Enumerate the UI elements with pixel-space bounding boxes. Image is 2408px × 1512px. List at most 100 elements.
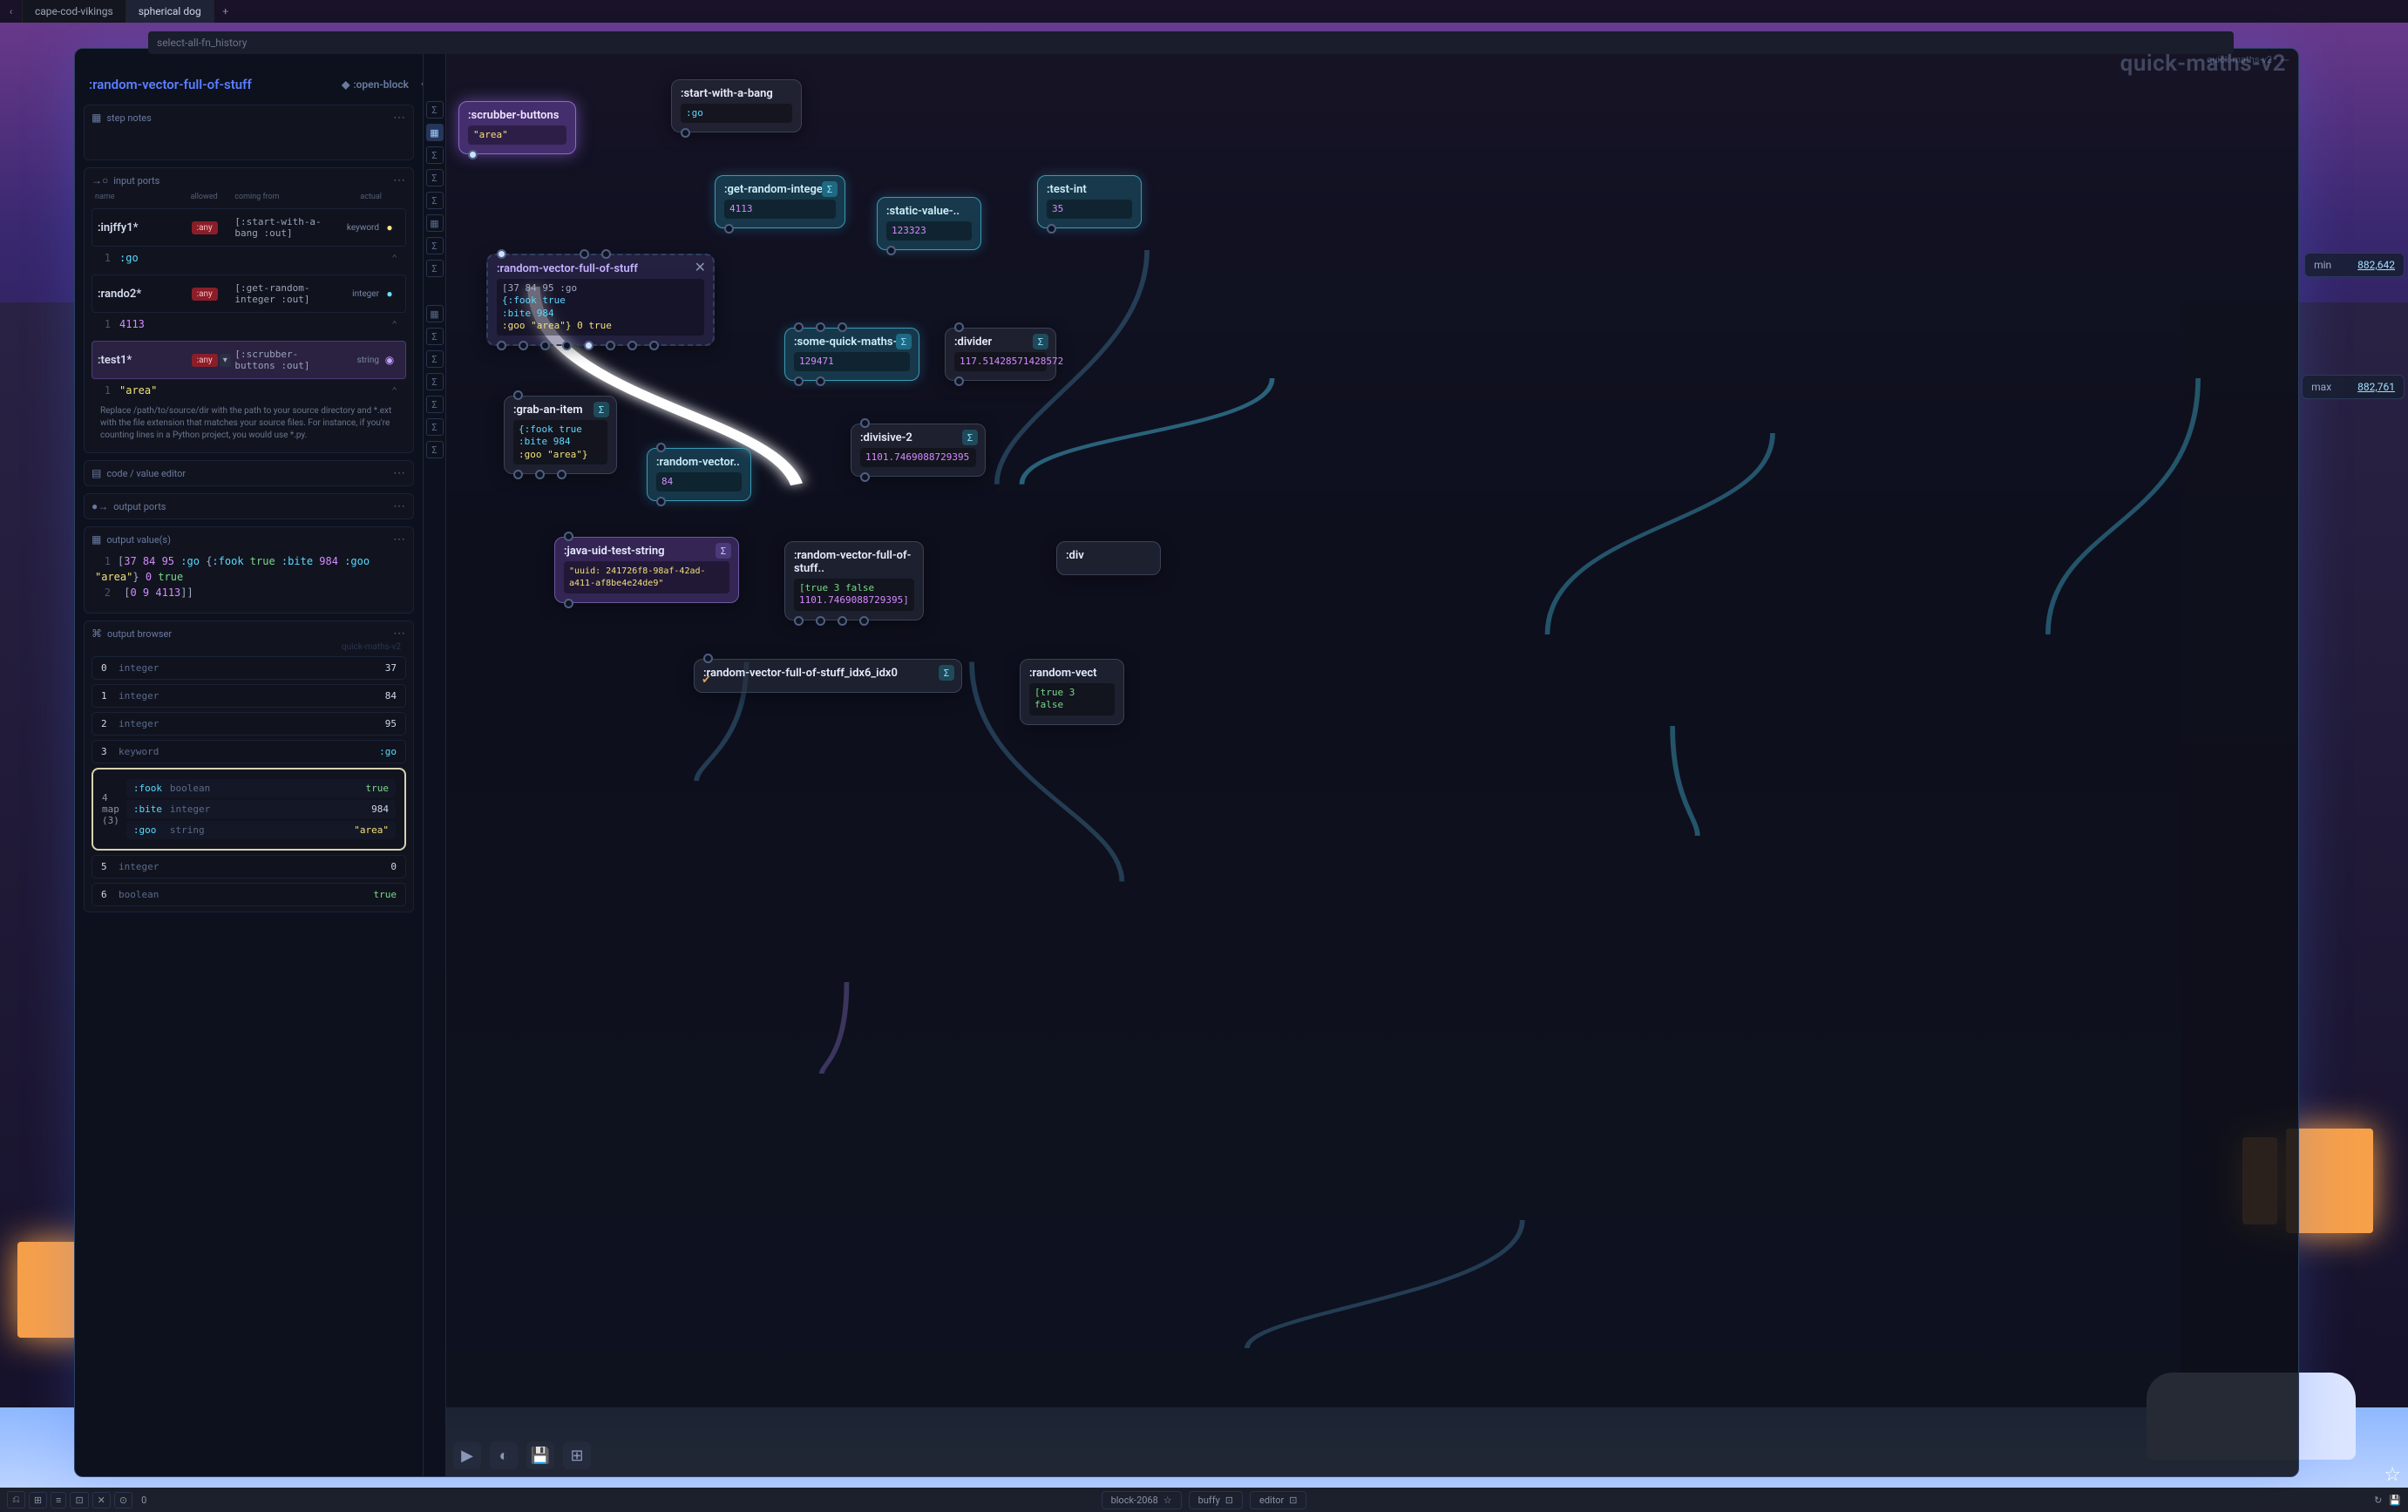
- node-java-uid-test-string[interactable]: Σ :java-uid-test-string "uuid: 241726f8-…: [554, 537, 739, 603]
- node-port[interactable]: [580, 249, 589, 259]
- node-divisive-2[interactable]: Σ :divisive-2 1101.7469088729395: [851, 424, 986, 477]
- footer-tool-button[interactable]: ⎌: [7, 1491, 25, 1509]
- node-static-value[interactable]: :static-value-.. 123323: [877, 197, 981, 250]
- node-port[interactable]: [564, 532, 573, 541]
- port-row[interactable]: :injffy1* :any [:start-with-a-bang :out]…: [92, 208, 406, 247]
- collapse-inspector-button[interactable]: ‹: [421, 77, 424, 91]
- node-port[interactable]: [497, 341, 506, 350]
- map-entry[interactable]: :goo string "area": [126, 821, 396, 839]
- node-port[interactable]: [540, 341, 550, 350]
- node-start-with-a-bang[interactable]: :start-with-a-bang :go: [671, 79, 802, 132]
- node-get-random-integer[interactable]: Σ :get-random-integer 4113: [715, 175, 845, 228]
- node-random-vector-full-of-stuff[interactable]: ✕ :random-vector-full-of-stuff [37 84 95…: [486, 254, 715, 346]
- node-port[interactable]: [724, 224, 734, 234]
- chevron-up-icon[interactable]: ⌃: [391, 253, 397, 264]
- browser-row[interactable]: 2 integer 95: [92, 712, 406, 736]
- node-port[interactable]: [703, 654, 713, 663]
- node-port[interactable]: [562, 341, 572, 350]
- node-div-partial[interactable]: :div: [1056, 541, 1161, 575]
- footer-tool-button[interactable]: ⊡: [70, 1492, 88, 1509]
- rail-grid-button[interactable]: ▦: [426, 305, 444, 322]
- node-port[interactable]: [794, 322, 804, 332]
- node-port[interactable]: [656, 497, 666, 506]
- node-port[interactable]: [468, 150, 478, 159]
- save-button[interactable]: 💾: [526, 1441, 554, 1469]
- rail-sigma-button[interactable]: Σ: [426, 418, 444, 436]
- browser-row[interactable]: 0 integer 37: [92, 656, 406, 680]
- chevron-up-icon[interactable]: ⌃: [391, 385, 397, 397]
- rail-sigma-button[interactable]: Σ: [426, 237, 444, 254]
- chip-dropdown-icon[interactable]: ▾: [220, 354, 231, 367]
- rail-sigma-button[interactable]: Σ: [426, 169, 444, 186]
- node-port[interactable]: [816, 616, 825, 626]
- footer-pill-block[interactable]: block-2068 ☆: [1102, 1491, 1182, 1509]
- rail-sigma-button[interactable]: Σ: [426, 350, 444, 368]
- browser-row[interactable]: 5 integer 0: [92, 855, 406, 878]
- tab-add-button[interactable]: +: [214, 0, 237, 23]
- node-port[interactable]: [860, 472, 870, 482]
- browser-row[interactable]: 1 integer 84: [92, 684, 406, 708]
- rail-sigma-button[interactable]: Σ: [426, 101, 444, 119]
- theme-toggle-button[interactable]: ◐: [490, 1441, 518, 1469]
- browser-row[interactable]: 3 keyword :go: [92, 740, 406, 763]
- footer-pill-buffy[interactable]: buffy ⊡: [1189, 1491, 1243, 1509]
- play-button[interactable]: ▶: [453, 1441, 481, 1469]
- node-port[interactable]: [535, 470, 545, 479]
- tab-1[interactable]: spherical dog: [126, 0, 214, 23]
- node-rvfs-2[interactable]: :random-vector-full-of-stuff.. [true 3 f…: [784, 541, 924, 620]
- nav-back-button[interactable]: ‹: [0, 0, 23, 23]
- node-port[interactable]: [838, 616, 847, 626]
- port-row-selected[interactable]: :test1* :any▾ [:scrubber-buttons :out] s…: [92, 341, 406, 379]
- rail-sigma-button[interactable]: Σ: [426, 396, 444, 413]
- section-step-notes[interactable]: ▦ step notes ⋯: [84, 105, 414, 160]
- close-icon[interactable]: ✕: [695, 259, 706, 275]
- node-port[interactable]: [584, 341, 594, 350]
- section-menu-button[interactable]: ⋯: [393, 173, 406, 187]
- favorite-star-icon[interactable]: ☆: [2384, 1464, 2401, 1486]
- node-port[interactable]: [681, 128, 690, 138]
- open-block-button[interactable]: ◆ :open-block: [342, 78, 409, 91]
- node-port[interactable]: [557, 470, 566, 479]
- node-rvfs-idx[interactable]: Σ :random-vector-full-of-stuff_idx6_idx0…: [694, 659, 962, 693]
- rail-sigma-button[interactable]: Σ: [426, 373, 444, 390]
- node-port[interactable]: [838, 322, 847, 332]
- browser-row[interactable]: 6 boolean true: [92, 883, 406, 906]
- rail-sigma-button[interactable]: Σ: [426, 441, 444, 458]
- layout-grid-button[interactable]: ⊞: [563, 1441, 591, 1469]
- chevron-up-icon[interactable]: ⌃: [391, 319, 397, 330]
- section-menu-button[interactable]: ⋯: [393, 627, 406, 641]
- search-input[interactable]: select-all-fn_history: [148, 31, 2234, 54]
- refresh-icon[interactable]: ↻: [2374, 1495, 2382, 1506]
- rail-sigma-button[interactable]: Σ: [426, 328, 444, 345]
- node-random-vect-partial[interactable]: :random-vect [true 3 false: [1020, 659, 1124, 725]
- browser-map-row[interactable]: 4 map (3) :fook boolean true :bite integ…: [92, 768, 406, 851]
- port-row[interactable]: :rando2* :any [:get-random-integer :out]…: [92, 275, 406, 313]
- node-port[interactable]: [656, 443, 666, 452]
- footer-tool-button[interactable]: ✕: [92, 1492, 111, 1509]
- node-port[interactable]: [627, 341, 637, 350]
- node-port[interactable]: [513, 470, 523, 479]
- rail-grid-button[interactable]: ▦: [426, 214, 444, 232]
- node-random-vector-small[interactable]: :random-vector.. 84: [647, 448, 751, 501]
- node-port[interactable]: [954, 376, 964, 386]
- node-test-int[interactable]: :test-int 35: [1037, 175, 1142, 228]
- footer-tool-button[interactable]: ≡: [51, 1492, 66, 1509]
- rail-sigma-button[interactable]: Σ: [426, 146, 444, 164]
- node-port[interactable]: [606, 341, 615, 350]
- node-scrubber-buttons[interactable]: :scrubber-buttons "area": [458, 101, 576, 154]
- rail-grid-button[interactable]: ▦: [426, 124, 444, 141]
- node-canvas[interactable]: quick-maths-v2 :scrubber-buttons "area" …: [446, 49, 2298, 1476]
- node-port[interactable]: [860, 418, 870, 428]
- section-code-editor[interactable]: ▤ code / value editor ⋯: [84, 460, 414, 486]
- footer-tool-button[interactable]: ⊙: [114, 1492, 132, 1509]
- rail-sigma-button[interactable]: Σ: [426, 192, 444, 209]
- node-port[interactable]: [1047, 224, 1056, 234]
- node-port[interactable]: [601, 249, 611, 259]
- node-port[interactable]: [886, 246, 896, 255]
- node-port[interactable]: [519, 341, 528, 350]
- node-port[interactable]: [513, 390, 523, 400]
- rail-sigma-button[interactable]: Σ: [426, 260, 444, 277]
- node-port[interactable]: [497, 249, 506, 259]
- footer-tool-button[interactable]: ⊞: [29, 1492, 47, 1509]
- node-port[interactable]: [954, 322, 964, 332]
